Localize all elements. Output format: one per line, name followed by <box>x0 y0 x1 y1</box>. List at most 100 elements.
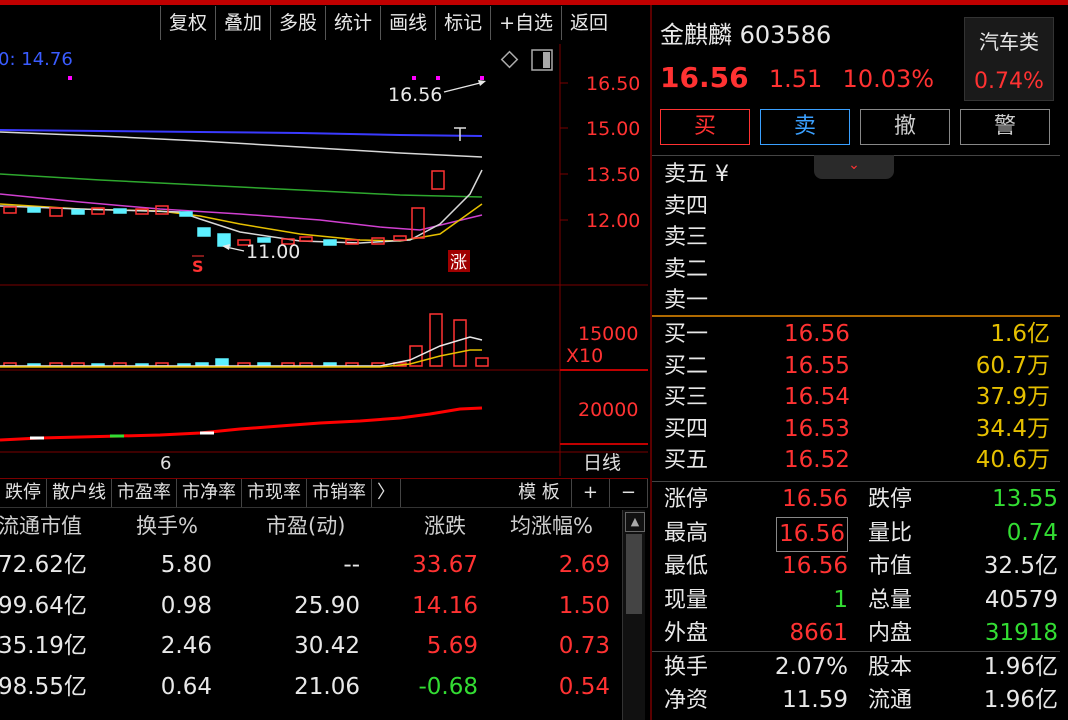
level-volume: 37.9万 <box>975 384 1050 410</box>
draw-line-button[interactable]: 画线 <box>380 6 435 40</box>
high-annotation-arrow <box>443 81 485 93</box>
bid-level[interactable]: 买五 16.52 40.6万 <box>652 445 1068 477</box>
kline-chart[interactable]: 16.50 15.00 13.50 12.00 15000 X10 20000 … <box>0 44 648 476</box>
stat-row: 净资 11.59 流通 1.96亿 <box>652 684 1068 718</box>
col-change[interactable]: 涨跌 <box>424 508 466 544</box>
back-button[interactable]: 返回 <box>561 6 616 40</box>
stat-value: 2.07% <box>774 653 848 680</box>
ask-level[interactable]: 卖五 ¥ <box>652 159 1068 191</box>
bid-level[interactable]: 买一 16.56 1.6亿 <box>652 319 1068 351</box>
period-label[interactable]: 日线 <box>583 452 621 474</box>
price-tick-label: 15.00 <box>586 118 640 140</box>
high-price-annotation: 16.56 <box>388 84 442 106</box>
cell-float-cap: 99.64亿 <box>0 592 87 619</box>
bid-book: 买一 16.56 1.6亿 买二 16.55 60.7万 买三 16.54 37.9万 买四 16.… <box>652 319 1068 477</box>
stat-value: 16.56 <box>782 553 848 579</box>
ask-level[interactable]: 卖四 <box>652 191 1068 223</box>
stat-label: 最低 <box>664 554 709 579</box>
col-pe-dynamic[interactable]: 市盈(动) <box>266 508 345 544</box>
ma-value-label: 0: 14.76 <box>0 49 73 70</box>
indicator-tick-label: 20000 <box>578 399 638 421</box>
tab-retail-line[interactable]: 散户线 <box>47 479 112 507</box>
tab-more-chevron[interactable]: 〉 <box>372 479 401 507</box>
ask-level[interactable]: 卖三 <box>652 222 1068 254</box>
volume-unit-label: X10 <box>566 345 603 367</box>
cancel-order-button[interactable]: 撤 <box>860 109 950 145</box>
ask-level[interactable]: 卖二 <box>652 254 1068 286</box>
stat-row: 现量 1 总量 40579 <box>652 584 1068 618</box>
volume-bar <box>215 358 229 367</box>
stat-label: 流通 <box>868 688 913 713</box>
cell-float-cap: 98.55亿 <box>0 673 87 700</box>
bid-level[interactable]: 买四 16.53 34.4万 <box>652 414 1068 446</box>
stock-terminal: 复权 叠加 多股 统计 画线 标记 +自选 返回 16.50 15.00 13.… <box>0 0 1068 720</box>
limit-up-marker: 涨 <box>450 253 467 273</box>
table-row[interactable]: 72.62亿 5.80 -- 33.67 2.69 <box>0 545 620 586</box>
price-change-pct: 10.03% <box>842 65 935 93</box>
price-change: 1.51 <box>768 65 823 93</box>
stock-name: 金麒麟 <box>660 21 732 49</box>
cell-change: 33.67 <box>412 552 478 578</box>
add-watchlist-button[interactable]: +自选 <box>490 6 561 40</box>
tab-ps-ratio[interactable]: 市销率 <box>307 479 372 507</box>
cell-turnover: 0.98 <box>160 592 212 619</box>
buy-button[interactable]: 买 <box>660 109 750 145</box>
level-label: 买三 <box>664 385 709 410</box>
mark-button[interactable]: 标记 <box>435 6 490 40</box>
stat-row: 外盘 8661 内盘 31918 <box>652 617 1068 651</box>
stat-label: 最高 <box>664 520 709 546</box>
col-avg-change[interactable]: 均涨幅% <box>510 508 593 544</box>
ask-book: 卖五 ¥ 卖四 卖三 卖二 卖一 <box>652 159 1068 317</box>
statistics-button[interactable]: 统计 <box>325 6 380 40</box>
level-volume: 40.6万 <box>975 447 1050 473</box>
candle <box>27 207 41 213</box>
col-turnover[interactable]: 换手% <box>136 508 198 544</box>
volume-bar <box>453 319 467 367</box>
cell-avg-change: 0.73 <box>558 633 610 659</box>
scroll-thumb[interactable] <box>626 534 642 614</box>
sell-button[interactable]: 卖 <box>760 109 850 145</box>
cell-turnover: 2.46 <box>160 633 212 659</box>
price-tick-label: 12.00 <box>586 210 640 232</box>
table-row[interactable]: 98.55亿 0.64 21.06 -0.68 0.54 <box>0 667 620 708</box>
tab-controls: 模 板 + − <box>507 479 648 507</box>
tab-pcf-ratio[interactable]: 市现率 <box>242 479 307 507</box>
zoom-out-button[interactable]: − <box>610 479 648 507</box>
cell-float-cap: 35.19亿 <box>0 633 87 659</box>
table-scrollbar[interactable]: ▲ <box>622 510 645 720</box>
quote-panel: 金麒麟 603586 16.56 1.51 10.03% 汽车类 0.74% 买… <box>650 5 1068 720</box>
col-float-cap[interactable]: 流通市值 <box>0 508 82 544</box>
alert-button[interactable]: 警 <box>960 109 1050 145</box>
table-row[interactable]: 99.64亿 0.98 25.90 14.16 1.50 <box>0 586 620 627</box>
tab-pb-ratio[interactable]: 市净率 <box>177 479 242 507</box>
stat-value: 8661 <box>789 620 848 646</box>
sector-name: 汽车类 <box>979 30 1039 54</box>
cell-pe: 25.90 <box>294 592 360 619</box>
cell-avg-change: 1.50 <box>558 592 610 619</box>
multi-stock-button[interactable]: 多股 <box>270 6 325 40</box>
stat-label: 换手 <box>664 654 709 680</box>
tab-pe-ratio[interactable]: 市盈率 <box>112 479 177 507</box>
ask-level[interactable]: 卖一 <box>652 285 1068 317</box>
stat-label: 总量 <box>868 587 913 613</box>
stat-value: 0.74 <box>1006 519 1058 546</box>
restore-rights-button[interactable]: 复权 <box>160 6 215 40</box>
zoom-in-button[interactable]: + <box>572 479 610 507</box>
bid-level[interactable]: 买三 16.54 37.9万 <box>652 382 1068 414</box>
tab-limit-down[interactable]: 跌停 <box>0 479 47 507</box>
ma-line-green <box>0 173 483 198</box>
overlay-button[interactable]: 叠加 <box>215 6 270 40</box>
sector-box[interactable]: 汽车类 0.74% <box>964 17 1054 101</box>
level-volume: 60.7万 <box>975 352 1050 379</box>
table-row[interactable]: 35.19亿 2.46 30.42 5.69 0.73 <box>0 626 620 667</box>
bid-level[interactable]: 买二 16.55 60.7万 <box>652 351 1068 383</box>
scroll-up-icon[interactable]: ▲ <box>625 512 645 532</box>
stat-value: 1.96亿 <box>983 653 1058 680</box>
stat-label: 现量 <box>664 587 709 613</box>
stat-label: 外盘 <box>664 621 709 646</box>
window-toggle-icon[interactable] <box>531 49 553 71</box>
template-button[interactable]: 模 板 <box>507 479 572 507</box>
low-price-annotation: 11.00 <box>246 241 300 263</box>
sector-table-rows: 72.62亿 5.80 -- 33.67 2.69 99.64亿 0.98 25.90 14.1… <box>0 545 620 707</box>
diamond-icon[interactable] <box>500 50 519 69</box>
